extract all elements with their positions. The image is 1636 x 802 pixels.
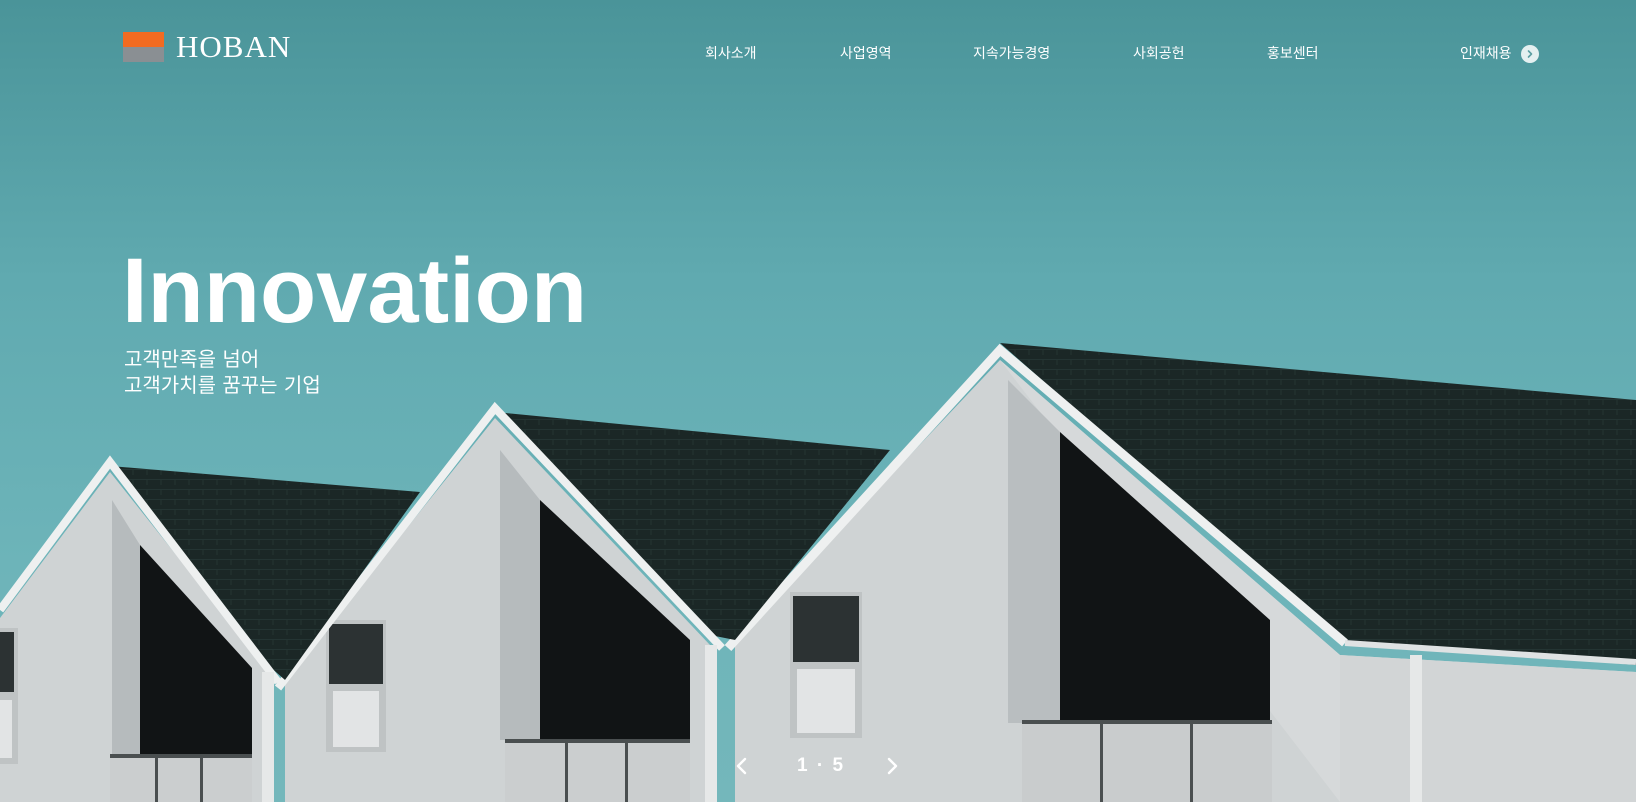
recruit-label: 인재채용 <box>1460 46 1512 62</box>
recruit-link[interactable]: 인재채용 <box>1460 42 1539 66</box>
nav-item-company[interactable]: 회사소개 <box>705 42 757 66</box>
slide-counter: 1 · 5 <box>770 752 870 780</box>
nav-item-social-contribution[interactable]: 사회공헌 <box>1133 42 1185 66</box>
hero-background-image <box>0 0 1636 802</box>
slider-next-button[interactable] <box>880 752 904 780</box>
nav-item-business[interactable]: 사업영역 <box>840 42 892 66</box>
slide-current: 1 <box>796 755 808 776</box>
hero-subtitle-line-2: 고객가치를 꿈꾸는 기업 <box>124 373 321 397</box>
hero-slide: HOBAN 회사소개 사업영역 지속가능경영 사회공헌 홍보센터 인재채용 In… <box>0 0 1636 802</box>
slide-separator: · <box>816 755 824 776</box>
hero-headline: Innovation <box>122 240 588 342</box>
chevron-right-icon <box>887 757 898 775</box>
chevron-left-icon <box>736 757 747 775</box>
chevron-right-circle-icon <box>1520 45 1539 63</box>
main-nav: 회사소개 사업영역 지속가능경영 사회공헌 홍보센터 <box>0 42 1636 66</box>
nav-item-pr-center[interactable]: 홍보센터 <box>1267 42 1319 66</box>
nav-item-sustainability[interactable]: 지속가능경영 <box>973 42 1050 66</box>
slider-prev-button[interactable] <box>730 752 754 780</box>
slider-controls: 1 · 5 <box>730 752 910 780</box>
hero-subtitle: 고객만족을 넘어 고객가치를 꿈꾸는 기업 <box>124 346 321 398</box>
slide-total: 5 <box>832 755 844 776</box>
hero-subtitle-line-1: 고객만족을 넘어 <box>124 347 260 371</box>
